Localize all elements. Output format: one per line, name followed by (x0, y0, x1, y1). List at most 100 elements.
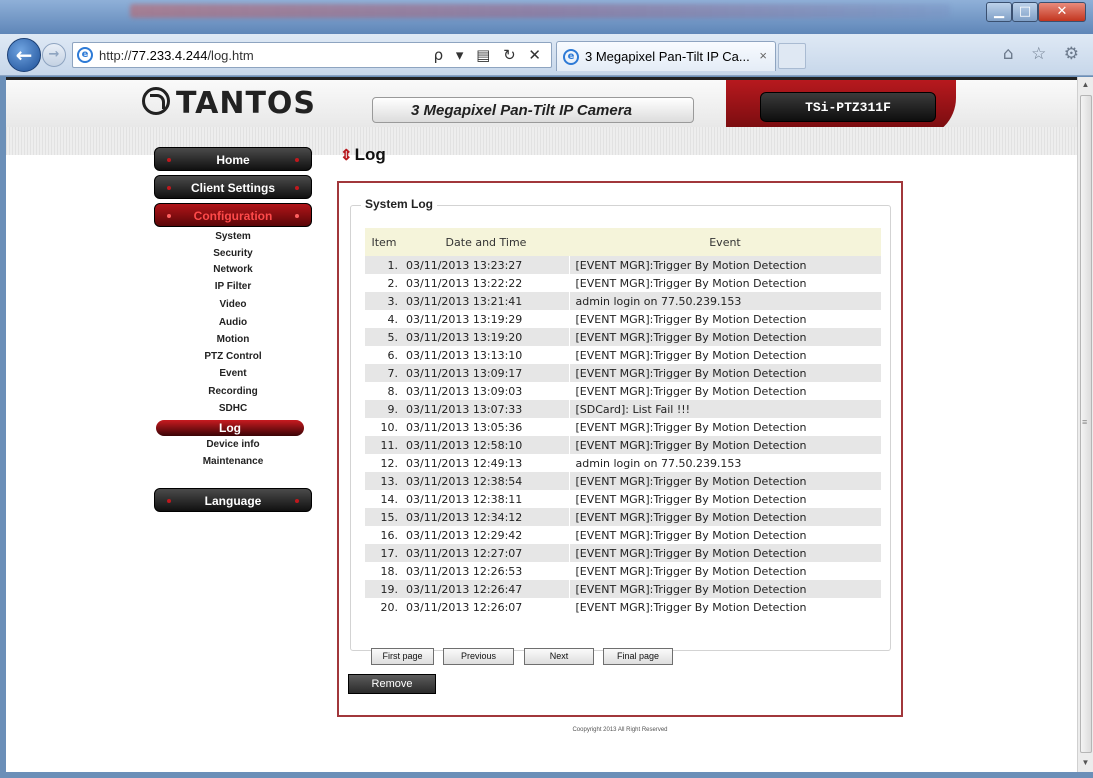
system-log-fieldset: System Log Item Date and Time Event 1. 03… (350, 197, 891, 665)
url-prefix: http:// (99, 48, 132, 63)
submenu-maintenance[interactable]: Maintenance (158, 456, 308, 467)
log-row: 11. 03/11/2013 12:58:10 [EVENT MGR]:Trigge… (365, 436, 881, 454)
menu-dot-icon (295, 158, 299, 162)
submenu-event[interactable]: Event (158, 368, 308, 379)
log-date-time: 03/11/2013 13:21:41 (403, 292, 569, 310)
log-row: 19. 03/11/2013 12:26:47 [EVENT MGR]:Trigge… (365, 580, 881, 598)
log-event: [EVENT MGR]:Trigger By Motion Detection (568, 490, 881, 508)
menu-configuration-button[interactable]: Configuration (154, 203, 312, 227)
model-code: TSi-PTZ311F (805, 100, 891, 115)
address-bar[interactable]: e http://77.233.4.244/log.htm ρ ▾ ▤ ↻ ✕ (72, 42, 552, 68)
submenu-network[interactable]: Network (158, 264, 308, 275)
menu-language-button[interactable]: Language (154, 488, 312, 512)
log-row: 12. 03/11/2013 12:49:13 admin login on 77.… (365, 454, 881, 472)
log-item-number: 19. (365, 580, 403, 598)
log-item-number: 9. (365, 400, 403, 418)
tab-close-icon[interactable]: × (759, 48, 767, 63)
log-date-time: 03/11/2013 12:38:11 (406, 492, 523, 506)
log-date-time: 03/11/2013 13:13:10 (406, 348, 523, 362)
log-item-number: 20. (380, 600, 399, 614)
previous-button[interactable]: Previous (443, 648, 514, 665)
log-event: [EVENT MGR]:Trigger By Motion Detection (568, 274, 881, 292)
tantos-logo: TANTOS (142, 86, 316, 121)
log-item-number: 11. (365, 436, 403, 454)
titlebar-blurred-title (130, 4, 950, 18)
page-scrollbar[interactable]: ▲ ≡ ▼ (1077, 77, 1093, 772)
log-item-number: 1. (365, 256, 403, 274)
back-button[interactable]: ← (7, 38, 41, 72)
submenu-audio[interactable]: Audio (158, 317, 308, 328)
browser-tab[interactable]: e 3 Megapixel Pan-Tilt IP Ca... × (556, 41, 776, 71)
page-title-text: Log (354, 145, 386, 164)
log-date-time: 03/11/2013 13:19:29 (406, 312, 523, 326)
address-tools-icons[interactable]: ρ ▾ ▤ ↻ ✕ (434, 46, 545, 64)
submenu-video[interactable]: Video (158, 299, 308, 310)
first-page-button[interactable]: First page (371, 648, 434, 665)
log-item-number: 13. (365, 472, 403, 490)
log-row: 6. 03/11/2013 13:13:10 [EVENT MGR]:Trigger… (365, 346, 881, 364)
submenu-recording[interactable]: Recording (158, 386, 308, 397)
log-date-time: 03/11/2013 12:27:07 (403, 544, 569, 562)
model-title: 3 Megapixel Pan-Tilt IP Camera (411, 102, 632, 119)
submenu-motion[interactable]: Motion (158, 334, 308, 345)
tab-title: 3 Megapixel Pan-Tilt IP Ca... (585, 49, 750, 64)
log-event: [EVENT MGR]:Trigger By Motion Detection (568, 310, 881, 328)
submenu-device-info[interactable]: Device info (158, 439, 308, 450)
system-log-title: System Log (361, 197, 438, 211)
page-title: ⇕ Log (340, 145, 386, 165)
log-event: [EVENT MGR]:Trigger By Motion Detection (568, 364, 881, 382)
log-item-number: 7. (365, 364, 403, 382)
copyright-footer: Coopyright 2013 All Right Reserved (572, 727, 668, 733)
column-event: Event (569, 228, 881, 256)
log-date-time: 03/11/2013 12:38:54 (403, 472, 569, 490)
menu-dot-icon (295, 499, 299, 503)
submenu-ptz-control[interactable]: PTZ Control (158, 351, 308, 362)
log-row: 4. 03/11/2013 13:19:29 [EVENT MGR]:Trigger… (365, 310, 881, 328)
new-tab-button[interactable] (778, 43, 806, 69)
scroll-down-icon[interactable]: ▼ (1078, 755, 1093, 771)
scroll-up-icon[interactable]: ▲ (1078, 77, 1093, 93)
minimize-button[interactable]: ▁ (986, 2, 1012, 22)
log-item-number: 18. (380, 564, 399, 578)
log-event: [EVENT MGR]:Trigger By Motion Detection (568, 580, 881, 598)
submenu-log[interactable]: Log (156, 420, 304, 436)
log-date-time: 03/11/2013 12:26:53 (406, 564, 523, 578)
submenu-system[interactable]: System (158, 231, 308, 242)
tantos-logo-mark-icon (142, 87, 170, 115)
log-event: [EVENT MGR]:Trigger By Motion Detection (568, 598, 881, 616)
log-row: 3. 03/11/2013 13:21:41 admin login on 77.5… (365, 292, 881, 310)
menu-client-settings-label: Client Settings (190, 181, 275, 195)
maximize-button[interactable]: □ (1012, 2, 1038, 22)
url-path: /log.htm (207, 48, 254, 63)
remove-button[interactable]: Remove (348, 674, 436, 694)
log-item-number: 17. (365, 544, 403, 562)
log-date-time: 03/11/2013 12:29:42 (406, 528, 523, 542)
log-frame: System Log Item Date and Time Event 1. 03… (337, 181, 903, 717)
log-event: [EVENT MGR]:Trigger By Motion Detection (568, 526, 881, 544)
log-row: 5. 03/11/2013 13:19:20 [EVENT MGR]:Trigger… (365, 328, 881, 346)
log-row: 8. 03/11/2013 13:09:03 [EVENT MGR]:Trigger… (365, 382, 881, 400)
log-item-number: 16. (380, 528, 399, 542)
submenu-sdhc[interactable]: SDHC (158, 403, 308, 414)
log-event: [EVENT MGR]:Trigger By Motion Detection (568, 472, 881, 490)
log-date-time: 03/11/2013 13:09:17 (403, 364, 569, 382)
log-row: 16. 03/11/2013 12:29:42 [EVENT MGR]:Trigge… (365, 526, 881, 544)
log-row: 20. 03/11/2013 12:26:07 [EVENT MGR]:Trigge… (365, 598, 881, 616)
address-url[interactable]: http://77.233.4.244/log.htm (99, 48, 254, 63)
submenu-ip-filter[interactable]: IP Filter (158, 281, 308, 292)
log-date-time: 03/11/2013 12:26:47 (403, 580, 569, 598)
log-item-number: 8. (387, 384, 399, 398)
home-favorites-settings-icons[interactable]: ⌂ ☆ ⚙ (1003, 44, 1085, 64)
final-page-button[interactable]: Final page (603, 648, 673, 665)
forward-button[interactable]: → (42, 43, 66, 67)
menu-home-button[interactable]: Home (154, 147, 312, 171)
log-date-time: 03/11/2013 13:23:27 (403, 256, 569, 274)
close-window-button[interactable]: ✕ (1038, 2, 1086, 22)
menu-language-label: Language (204, 494, 262, 508)
log-item-number: 15. (365, 508, 403, 526)
submenu-security[interactable]: Security (158, 248, 308, 259)
next-button[interactable]: Next (524, 648, 594, 665)
log-item-number: 6. (387, 348, 399, 362)
menu-client-settings-button[interactable]: Client Settings (154, 175, 312, 199)
brand-name: TANTOS (176, 86, 317, 121)
